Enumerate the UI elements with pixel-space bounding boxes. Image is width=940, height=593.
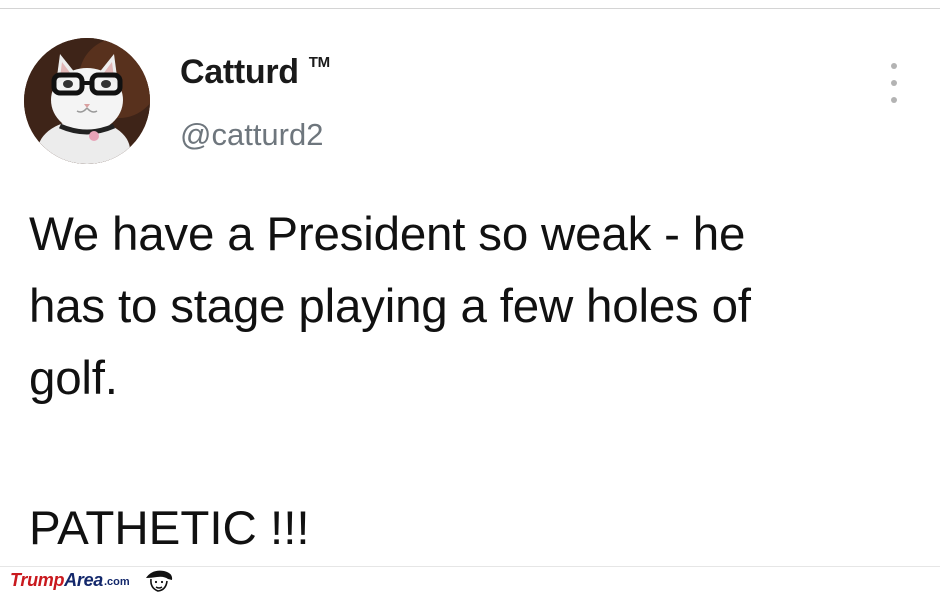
tweet-card: Catturd TM @catturd2 We have a President … <box>0 9 940 565</box>
caricature-face-icon <box>145 570 172 592</box>
tweet-text-emphasis: PATHETIC !!! <box>29 502 310 555</box>
more-vertical-icon <box>891 63 897 69</box>
more-vertical-icon-dot <box>891 97 897 103</box>
cat-avatar-image <box>24 38 150 164</box>
more-vertical-icon-dot <box>891 80 897 86</box>
tweet-text: We have a President so weak - he has to … <box>29 208 751 405</box>
footer-divider <box>0 566 940 567</box>
watermark-brand-part2: Area <box>64 569 103 590</box>
watermark-brand-suffix: .com <box>104 576 130 588</box>
avatar[interactable] <box>24 38 150 164</box>
trademark-badge: TM <box>308 54 330 71</box>
watermark-logo: Trump Area .com <box>10 569 176 592</box>
display-name-text: Catturd <box>180 53 299 91</box>
watermark-brand-part1: Trump <box>10 569 65 590</box>
display-name[interactable]: Catturd TM <box>180 53 330 92</box>
more-options-button[interactable] <box>880 63 908 103</box>
user-handle[interactable]: @catturd2 <box>180 117 323 153</box>
